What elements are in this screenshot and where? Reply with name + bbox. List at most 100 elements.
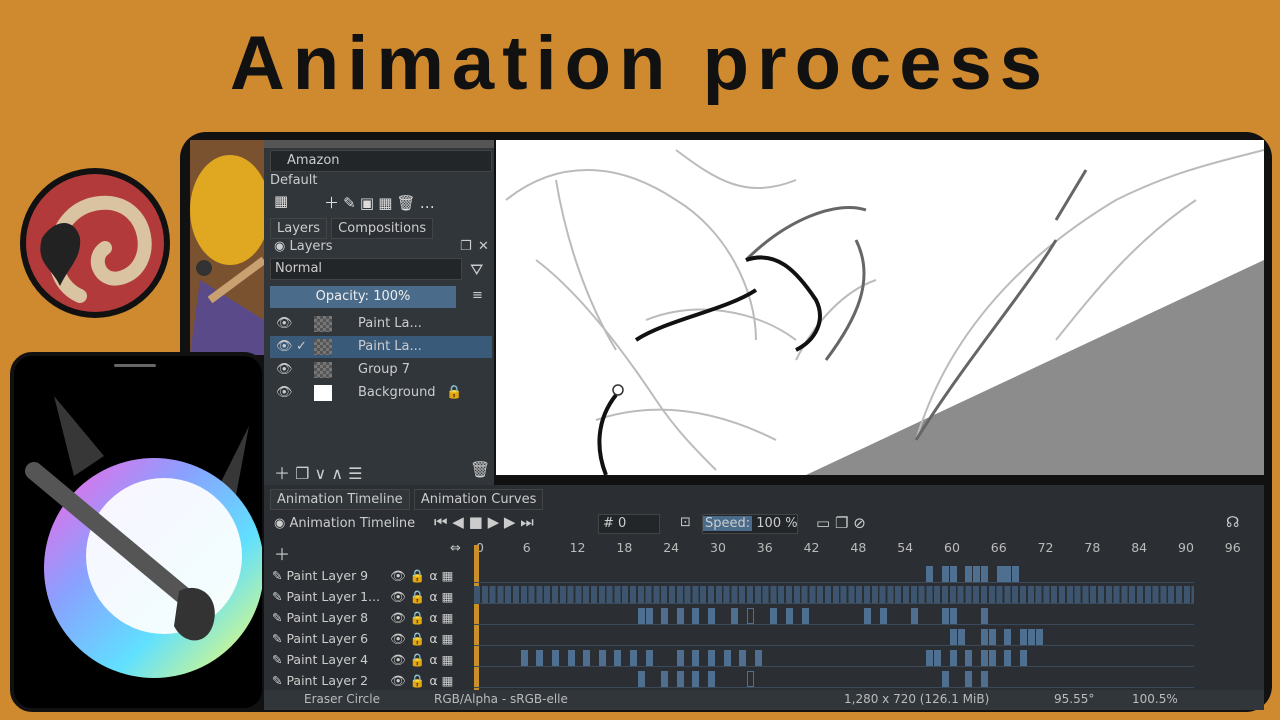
keyframe[interactable] (520, 650, 528, 666)
keyframe[interactable] (981, 566, 988, 582)
layer-row[interactable]: 👁 Group 7 (270, 359, 492, 381)
keyframe[interactable] (723, 650, 731, 666)
keyframe[interactable] (981, 608, 988, 624)
stop-icon[interactable]: ■ (469, 513, 483, 531)
keyframe[interactable] (910, 608, 918, 624)
keyframe[interactable] (942, 671, 949, 687)
layer-row[interactable]: 👁 Paint La... (270, 313, 492, 335)
palette-icon[interactable]: ▦ (274, 192, 288, 210)
keyframe[interactable] (552, 650, 559, 666)
prev-frame-icon[interactable]: ◀ (452, 513, 464, 531)
frame-track[interactable] (474, 628, 1194, 646)
docker-collapse-icon[interactable]: ◉ (274, 516, 289, 531)
eye-icon[interactable]: 👁 (276, 313, 293, 335)
speed-field[interactable]: Speed: 100 % (702, 514, 798, 534)
duplicate-icon[interactable]: ❐ (295, 464, 309, 483)
keyframe[interactable] (1012, 566, 1020, 582)
keyframe[interactable] (1004, 650, 1012, 666)
docker-collapse-icon[interactable]: ◉ (274, 239, 289, 254)
keyframe[interactable] (988, 650, 996, 666)
keyframe[interactable] (1004, 566, 1012, 582)
keyframe[interactable] (996, 566, 1004, 582)
filter-icon[interactable]: ⛛ (470, 260, 483, 280)
timeline-track-row[interactable]: ✎ Paint Layer 1... 👁 🔒 α ▦ (272, 586, 472, 607)
keyframe[interactable] (949, 629, 957, 645)
keyframe[interactable] (1035, 629, 1043, 645)
keyframe[interactable] (614, 650, 622, 666)
fit-icon[interactable]: ⇔ (450, 541, 461, 556)
keyframe[interactable] (879, 608, 887, 624)
eye-icon[interactable]: 👁 (276, 359, 293, 381)
add-icon[interactable]: ＋ (324, 192, 339, 213)
keyframe[interactable] (676, 650, 684, 666)
keyframe[interactable] (1020, 650, 1027, 666)
keyframe[interactable] (661, 671, 669, 687)
keyframe[interactable] (747, 608, 754, 624)
blend-mode-dropdown[interactable]: Normal (270, 258, 462, 280)
float-icon[interactable]: ❐ (460, 239, 472, 254)
frame-number-field[interactable]: # 0 (598, 514, 660, 534)
grid-icon[interactable]: ▦ (378, 194, 392, 212)
status-zoom[interactable]: 100.5% (1132, 692, 1178, 706)
onion-skin-icon[interactable]: ❐ (835, 514, 848, 532)
keyframe[interactable] (598, 650, 606, 666)
move-up-icon[interactable]: ∧ (331, 464, 343, 483)
opacity-slider[interactable]: Opacity: 100% (270, 286, 456, 308)
keyframe[interactable] (583, 650, 591, 666)
delete-layer-icon[interactable]: 🗑 (470, 460, 490, 479)
frame-track[interactable] (474, 607, 1194, 625)
keyframe[interactable] (1020, 629, 1027, 645)
keyframe[interactable] (988, 629, 996, 645)
more-icon[interactable]: … (420, 194, 435, 212)
frame-track[interactable] (474, 649, 1194, 667)
frames-grid[interactable] (474, 545, 1264, 695)
keyframe[interactable] (708, 671, 715, 687)
tab-layers[interactable]: Layers (270, 218, 328, 239)
keyframe[interactable] (949, 608, 957, 624)
keyframe[interactable] (645, 608, 653, 624)
keyframe[interactable] (981, 629, 988, 645)
keyframe[interactable] (754, 650, 762, 666)
lock-icon[interactable]: 🔒 (446, 382, 462, 404)
frame-icon[interactable]: ▭ (816, 514, 830, 532)
keyframe[interactable] (801, 608, 809, 624)
timeline-track-row[interactable]: ✎ Paint Layer 9 👁 🔒 α ▦ (272, 565, 472, 586)
keyframe[interactable] (692, 650, 700, 666)
last-frame-icon[interactable]: ⏭ (520, 513, 534, 531)
keyframe[interactable] (926, 566, 934, 582)
play-icon[interactable]: ▶ (488, 513, 500, 531)
keyframe[interactable] (965, 650, 973, 666)
frame-track[interactable] (474, 586, 1194, 604)
keyframe[interactable] (942, 608, 949, 624)
frame-track[interactable] (474, 670, 1194, 688)
keyframe[interactable] (1027, 629, 1035, 645)
first-frame-icon[interactable]: ⏮ (434, 513, 448, 531)
move-down-icon[interactable]: ∨ (315, 464, 327, 483)
add-layer-icon[interactable]: ＋ (274, 464, 290, 483)
track-flags-icon[interactable]: 👁 🔒 α ▦ (390, 670, 453, 691)
keyframe[interactable] (786, 608, 793, 624)
keyframe[interactable] (661, 608, 669, 624)
keyframe[interactable] (965, 671, 973, 687)
close-icon[interactable]: ✕ (478, 239, 489, 254)
keyframe[interactable] (739, 650, 747, 666)
keyframe[interactable] (965, 566, 973, 582)
keyframe[interactable] (934, 650, 942, 666)
keyframe[interactable] (731, 608, 739, 624)
keyframe[interactable] (926, 650, 934, 666)
track-flags-icon[interactable]: 👁 🔒 α ▦ (390, 607, 453, 628)
timeline-track-row[interactable]: ✎ Paint Layer 6 👁 🔒 α ▦ (272, 628, 472, 649)
track-flags-icon[interactable]: 👁 🔒 α ▦ (390, 586, 453, 607)
keyframe[interactable] (770, 608, 778, 624)
keyframe[interactable] (708, 608, 715, 624)
keyframe[interactable] (567, 650, 575, 666)
drawing-canvas[interactable] (496, 140, 1264, 475)
keyframe[interactable] (692, 671, 700, 687)
no-onion-icon[interactable]: ⊘ (853, 514, 866, 532)
next-frame-icon[interactable]: ▶ (504, 513, 516, 531)
keyframe[interactable] (708, 650, 715, 666)
drop-frames-icon[interactable]: ⊡ (680, 515, 691, 530)
layer-row[interactable]: 👁 ✓ Paint La... (270, 336, 492, 358)
keyframe[interactable] (676, 608, 684, 624)
keyframe[interactable] (942, 566, 949, 582)
